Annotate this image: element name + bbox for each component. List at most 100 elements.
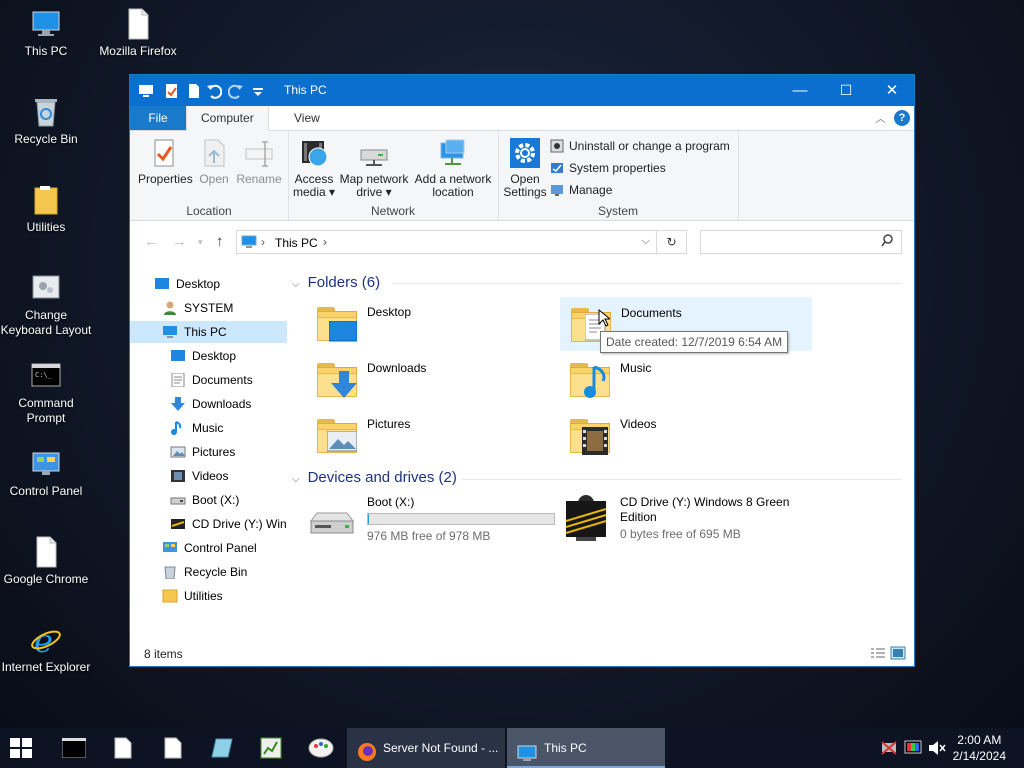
taskbar-app-icon[interactable] [210, 737, 234, 759]
back-button[interactable]: ← [144, 233, 159, 250]
forward-button[interactable]: → [172, 233, 187, 250]
nav-item-cd-drive[interactable]: CD Drive (Y:) Windows 8 Green Edition [170, 513, 287, 535]
manage-button[interactable]: Manage [550, 180, 612, 200]
nav-item-desktop[interactable]: Desktop [154, 273, 220, 295]
search-input[interactable] [705, 233, 879, 253]
ribbon-group-label: Network [370, 204, 415, 218]
new-folder-quick-icon[interactable] [186, 83, 202, 99]
refresh-button[interactable]: ↻ [657, 230, 687, 254]
nav-item-music[interactable]: Music [170, 417, 223, 439]
desktop-icon-firefox[interactable]: Mozilla Firefox [92, 8, 184, 59]
desktop-icon-change-keyboard-layout[interactable]: Change Keyboard Layout [0, 272, 92, 338]
pictures-folder-icon [317, 415, 357, 455]
breadcrumb-separator[interactable]: › [323, 235, 327, 249]
tab-computer[interactable]: Computer [186, 106, 269, 131]
breadcrumb-separator[interactable]: › [261, 235, 265, 249]
details-view-icon[interactable] [870, 647, 886, 662]
redo-icon[interactable] [227, 83, 244, 99]
open-settings-button[interactable]: Open Settings [502, 137, 548, 199]
folder-tile-music[interactable]: Music [560, 353, 810, 405]
ribbon-tabs: File Computer View ︿ ? [130, 106, 914, 131]
cd-drive-icon [170, 516, 186, 530]
map-network-drive-button[interactable]: Map network drive ▾ [338, 137, 410, 199]
desktop-icon-utilities[interactable]: Utilities [0, 184, 92, 235]
breadcrumb-this-pc[interactable]: This PC [275, 236, 318, 250]
devices-group-header[interactable]: ⌵ Devices and drives (2) [292, 469, 457, 486]
network-status-icon[interactable] [880, 740, 898, 756]
drive-tile-boot[interactable]: Boot (X:) 976 MB free of 978 MB [307, 495, 557, 551]
computer-icon [162, 324, 178, 338]
system-properties-button[interactable]: System properties [550, 158, 666, 178]
tab-file[interactable]: File [130, 106, 186, 130]
control-panel-icon [30, 448, 62, 480]
drive-usage-bar [367, 513, 555, 525]
tab-view[interactable]: View [280, 106, 334, 130]
downloads-folder-icon [317, 359, 357, 399]
rename-button[interactable]: Rename [236, 137, 282, 186]
ribbon-group-system: Open Settings Uninstall or change a prog… [498, 131, 739, 220]
minimize-button[interactable]: — [777, 75, 823, 106]
nav-item-videos[interactable]: Videos [170, 465, 228, 487]
undo-icon[interactable] [206, 83, 223, 99]
large-icons-view-icon[interactable] [890, 646, 906, 663]
folders-group-header[interactable]: ⌵ Folders (6) [292, 274, 380, 291]
nav-item-downloads[interactable]: Downloads [170, 393, 251, 415]
up-button[interactable]: ↑ [216, 233, 224, 250]
taskbar-command-prompt[interactable] [61, 737, 87, 759]
nav-item-boot-drive[interactable]: Boot (X:) [170, 489, 239, 511]
open-button[interactable]: Open [194, 137, 234, 186]
close-button[interactable]: ✕ [869, 75, 915, 106]
collapse-ribbon-icon[interactable]: ︿ [875, 110, 886, 126]
recent-locations-button[interactable]: ▾ [198, 237, 203, 248]
taskbar-file[interactable] [114, 737, 132, 759]
nav-item-pictures[interactable]: Pictures [170, 441, 235, 463]
folder-tile-downloads[interactable]: Downloads [307, 353, 557, 405]
maximize-button[interactable]: ☐ [823, 75, 869, 106]
address-dropdown-icon[interactable]: ⌵ [642, 235, 650, 248]
properties-quick-icon[interactable] [164, 83, 180, 99]
user-icon [162, 300, 178, 315]
desktop-icon-internet-explorer[interactable]: e Internet Explorer [0, 622, 92, 675]
desktop-icon-recycle-bin[interactable]: Recycle Bin [0, 96, 92, 147]
desktop-icon-command-prompt[interactable]: C:\_ Command Prompt [0, 360, 92, 426]
properties-button[interactable]: Properties [138, 137, 193, 186]
nav-item-recycle-bin[interactable]: Recycle Bin [162, 561, 247, 583]
taskbar-file[interactable] [164, 737, 182, 759]
search-box[interactable] [700, 230, 902, 254]
nav-item-this-pc[interactable]: This PC [130, 321, 287, 343]
uninstall-program-button[interactable]: Uninstall or change a program [550, 136, 730, 156]
display-color-icon[interactable] [904, 740, 922, 756]
clock-time: 2:00 AM [957, 733, 1002, 747]
access-media-button[interactable]: Access media ▾ [292, 137, 336, 199]
volume-muted-icon[interactable] [928, 740, 946, 756]
group-divider [462, 479, 902, 480]
taskbar-task-this-pc[interactable]: This PC [507, 728, 665, 768]
downloads-icon [170, 396, 186, 411]
search-icon [881, 234, 893, 251]
ribbon-group-network: Access media ▾ Map network drive ▾ Add a… [288, 131, 499, 220]
desktop-icon-this-pc[interactable]: This PC [0, 8, 92, 59]
customize-quick-access-icon[interactable] [250, 83, 266, 99]
desktop-icon-control-panel[interactable]: Control Panel [0, 448, 92, 499]
desktop-icon-google-chrome[interactable]: Google Chrome [0, 536, 92, 587]
add-network-location-button[interactable]: Add a network location [412, 137, 494, 199]
folder-tile-desktop[interactable]: Desktop [307, 297, 557, 349]
folder-tile-videos[interactable]: Videos [560, 409, 810, 461]
start-button[interactable] [10, 738, 32, 758]
help-icon[interactable]: ? [894, 110, 910, 126]
nav-item-system-user[interactable]: SYSTEM [162, 297, 233, 319]
taskbar-chart-app-icon[interactable] [260, 737, 282, 759]
nav-item-control-panel[interactable]: Control Panel [162, 537, 257, 559]
drive-tile-cd[interactable]: CD Drive (Y:) Windows 8 Green Edition 0 … [560, 495, 810, 551]
nav-item-documents[interactable]: Documents [170, 369, 253, 391]
firefox-icon [357, 738, 377, 768]
taskbar-paint-icon[interactable] [308, 737, 334, 759]
nav-item-utilities[interactable]: Utilities [162, 585, 223, 607]
taskbar-task-firefox[interactable]: Server Not Found - ... [347, 728, 505, 768]
clock[interactable]: 2:00 AM 2/14/2024 [953, 732, 1006, 764]
address-bar[interactable]: › This PC › ⌵ [236, 230, 657, 254]
title-bar[interactable]: This PC — ☐ ✕ [130, 75, 914, 106]
network-drive-icon [358, 137, 390, 169]
nav-item-desktop-folder[interactable]: Desktop [170, 345, 236, 367]
folder-tile-pictures[interactable]: Pictures [307, 409, 557, 461]
